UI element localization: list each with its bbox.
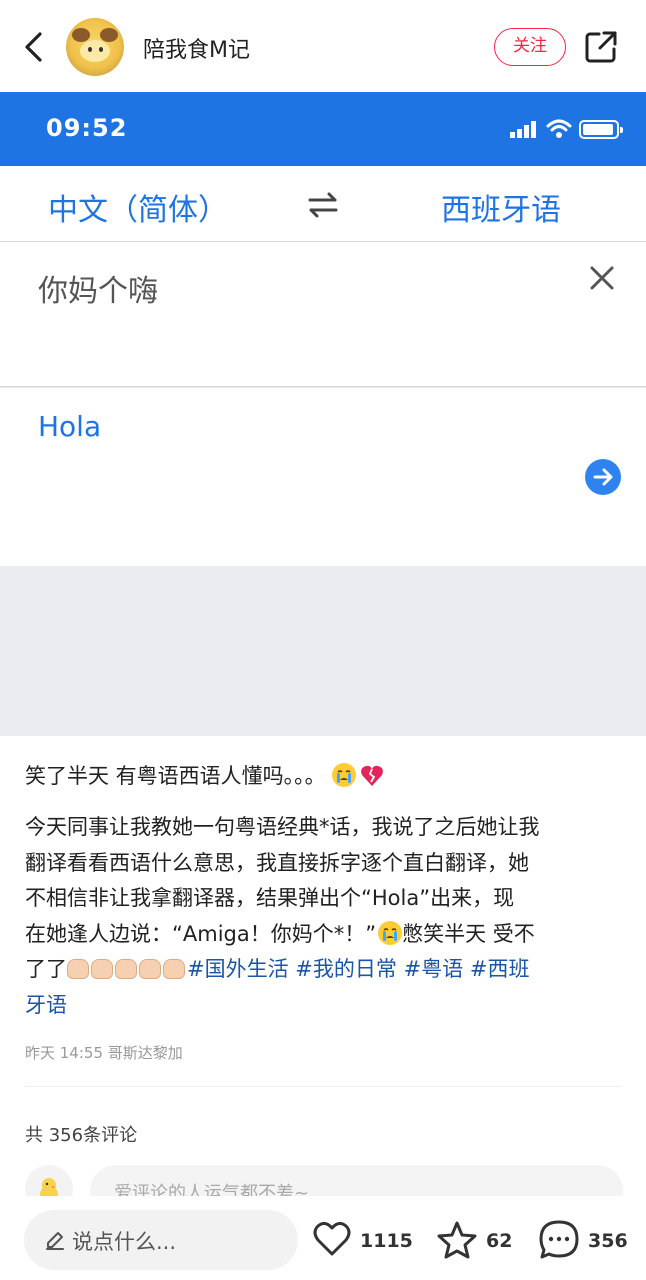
tag-link-continued[interactable]: 牙语 xyxy=(25,988,625,1024)
comment-icon xyxy=(539,1220,579,1259)
fist-emoji-icon xyxy=(115,959,137,979)
crying-emoji-icon xyxy=(378,920,403,945)
result-box: Hola xyxy=(0,388,646,566)
share-icon[interactable] xyxy=(584,30,618,64)
heart-icon xyxy=(313,1221,351,1256)
tag-link[interactable]: #西班 xyxy=(470,957,530,981)
username[interactable]: 陪我食M记 xyxy=(143,32,250,64)
body-line: 在她逢人边说：“Amiga！你妈个*！” 憋笑半天 受不 xyxy=(25,920,535,946)
fist-emoji-icon xyxy=(163,959,185,979)
body-line: 翻译看看西语什么意思，我直接拆字逐个直白翻译，她 xyxy=(25,850,529,875)
crying-emoji-icon xyxy=(331,763,356,787)
back-arrow-icon[interactable] xyxy=(18,28,52,66)
pen-icon xyxy=(46,1232,64,1250)
post-body: 今天同事让我教她一句粤语经典*话，我说了之后她让我 翻译看看西语什么意思，我直接… xyxy=(25,810,625,1023)
result-text: Hola xyxy=(38,410,102,443)
post-image[interactable]: 09:52 中文（简体） 西班牙语 你妈个嗨 Hola xyxy=(0,92,646,736)
fist-emoji-icon xyxy=(139,959,161,979)
status-time: 09:52 xyxy=(46,114,128,142)
star-button[interactable]: 62 xyxy=(436,1220,516,1260)
body-line: 不相信非让我拿翻译器，结果弹出个“Hola”出来，现 xyxy=(25,886,515,910)
clear-icon xyxy=(590,266,614,290)
wifi-icon xyxy=(546,119,572,138)
star-count: 62 xyxy=(486,1230,513,1252)
like-count: 1115 xyxy=(360,1230,413,1252)
swap-icon xyxy=(308,192,338,218)
post-title: 笑了半天 有粤语西语人懂吗。。。 xyxy=(25,760,384,790)
source-language: 中文（简体） xyxy=(48,193,228,228)
comment-count: 共 356条评论 xyxy=(25,1125,138,1146)
follow-button[interactable]: 关注 xyxy=(494,28,566,66)
target-language: 西班牙语 xyxy=(441,193,561,228)
fist-emoji-icon xyxy=(67,959,89,979)
tag-link[interactable]: #粤语 xyxy=(404,957,464,981)
post-meta: 昨天 14:55 哥斯达黎加 xyxy=(25,1044,183,1062)
body-line: 今天同事让我教她一句粤语经典*话，我说了之后她让我 xyxy=(25,815,540,839)
top-nav: 陪我食M记 关注 xyxy=(0,0,646,92)
avatar[interactable] xyxy=(66,18,124,76)
tag-link[interactable]: #我的日常 xyxy=(295,957,397,981)
like-button[interactable]: 1115 xyxy=(312,1220,413,1260)
say-something-input[interactable]: 说点什么... xyxy=(24,1210,298,1270)
divider xyxy=(25,1086,622,1087)
broken-heart-icon xyxy=(360,765,383,786)
phone-status-bar: 09:52 xyxy=(0,92,646,166)
battery-icon xyxy=(579,120,623,139)
bottom-bar: 说点什么... 1115 62 356 xyxy=(0,1196,646,1280)
comment-count-button: 356 xyxy=(588,1230,628,1252)
signal-icon xyxy=(510,121,536,138)
arrow-right-icon xyxy=(585,459,621,495)
star-icon xyxy=(437,1221,477,1259)
source-text-box: 你妈个嗨 xyxy=(0,242,646,387)
fist-emoji-icon xyxy=(91,959,113,979)
comment-button[interactable]: 356 xyxy=(538,1220,628,1260)
language-bar: 中文（简体） 西班牙语 xyxy=(0,166,646,242)
source-text: 你妈个嗨 xyxy=(38,274,158,309)
body-line: 了了 #国外生活 #我的日常 #粤语 #西班 xyxy=(25,957,530,981)
tag-link[interactable]: #国外生活 xyxy=(187,957,289,981)
